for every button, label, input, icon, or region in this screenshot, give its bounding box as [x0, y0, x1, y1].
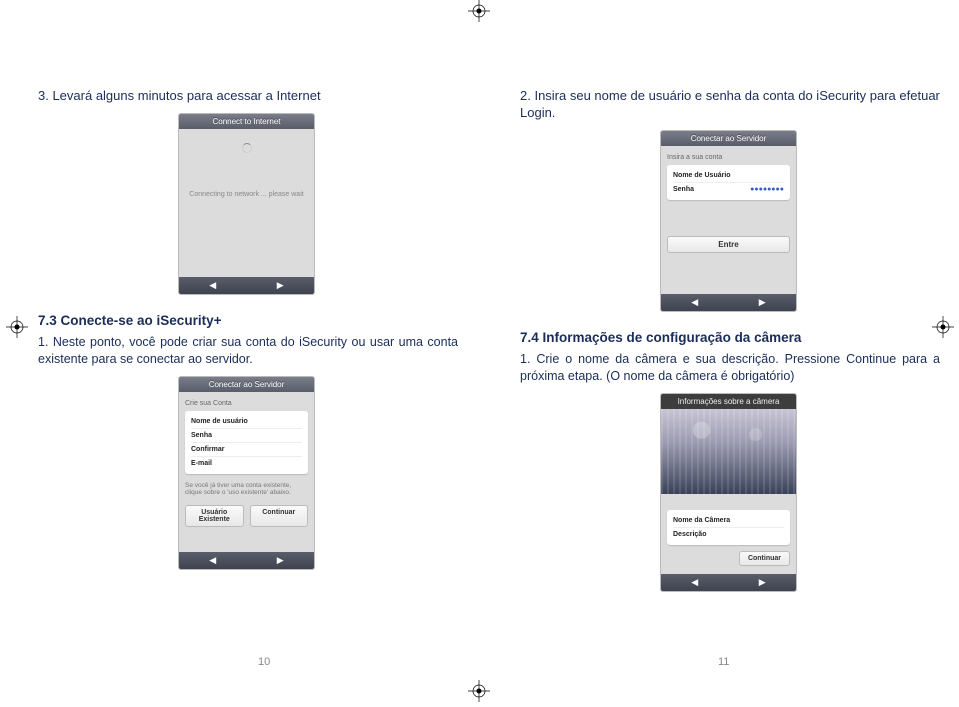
- enter-button[interactable]: Entre: [667, 236, 790, 253]
- login-hint: Insira a sua conta: [667, 154, 790, 161]
- create-hint: Crie sua Conta: [185, 400, 308, 407]
- camera-info-screen: Informações sobre a câmera Nome da Câmer…: [660, 393, 797, 592]
- registration-mark-icon: [6, 316, 28, 338]
- camera-header: Informações sobre a câmera: [661, 394, 796, 409]
- create-header: Conectar ao Servidor: [179, 377, 314, 392]
- field-pass-label[interactable]: Senha: [191, 432, 302, 439]
- camera-desc-label[interactable]: Descrição: [673, 531, 784, 538]
- camera-continue-button[interactable]: Continuar: [739, 551, 790, 566]
- nav-next-icon[interactable]: ▶: [759, 297, 766, 308]
- camera-form: Nome da Câmera Descrição: [667, 510, 790, 545]
- phone-nav: ◀ ▶: [661, 294, 796, 311]
- section-7-4-title: 7.4 Informações de configuração da câmer…: [520, 330, 940, 345]
- right-page: 2. Insira seu nome de usuário e senha da…: [520, 88, 940, 592]
- nav-next-icon[interactable]: ▶: [759, 577, 766, 588]
- connect-header: Connect to Internet: [179, 114, 314, 129]
- camera-preview-image: [661, 409, 796, 494]
- existing-user-button[interactable]: Usuário Existente: [185, 505, 244, 527]
- existing-hint: Se você já tiver uma conta existente, cl…: [185, 482, 308, 498]
- step3-text: 3. Levará alguns minutos para acessar a …: [38, 88, 458, 105]
- camera-name-label[interactable]: Nome da Câmera: [673, 517, 784, 524]
- login-pass-label: Senha: [673, 186, 750, 193]
- connect-screen: Connect to Internet Connecting to networ…: [178, 113, 315, 295]
- login-form: Nome de Usuário Senha ●●●●●●●●: [667, 165, 790, 200]
- nav-prev-icon[interactable]: ◀: [209, 280, 216, 291]
- continue-button[interactable]: Continuar: [250, 505, 309, 527]
- login-header: Conectar ao Servidor: [661, 131, 796, 146]
- nav-prev-icon[interactable]: ◀: [691, 577, 698, 588]
- nav-prev-icon[interactable]: ◀: [691, 297, 698, 308]
- login-screen: Conectar ao Servidor Insira a sua conta …: [660, 130, 797, 312]
- phone-nav: ◀ ▶: [661, 574, 796, 591]
- create-account-screen: Conectar ao Servidor Crie sua Conta Nome…: [178, 376, 315, 570]
- field-confirm-label[interactable]: Confirmar: [191, 446, 302, 453]
- login-body: Insira a sua conta Nome de Usuário Senha…: [661, 146, 796, 294]
- page-number-left: 10: [258, 656, 270, 668]
- create-form: Nome de usuário Senha Confirmar E-mail: [185, 411, 308, 474]
- section-7-4-body: 1. Crie o nome da câmera e sua descrição…: [520, 351, 940, 385]
- spinner-icon: [242, 143, 252, 153]
- create-body: Crie sua Conta Nome de usuário Senha Con…: [179, 392, 314, 552]
- camera-body: Nome da Câmera Descrição Continuar: [661, 494, 796, 574]
- connect-body: Connecting to network ... please wait: [179, 129, 314, 277]
- step2-text: 2. Insira seu nome de usuário e senha da…: [520, 88, 940, 122]
- section-7-3-title: 7.3 Conecte-se ao iSecurity+: [38, 313, 458, 328]
- nav-next-icon[interactable]: ▶: [277, 555, 284, 566]
- login-pass-value[interactable]: ●●●●●●●●: [750, 186, 784, 193]
- field-email-label[interactable]: E-mail: [191, 460, 302, 467]
- nav-prev-icon[interactable]: ◀: [209, 555, 216, 566]
- login-user-label[interactable]: Nome de Usuário: [673, 172, 784, 179]
- nav-next-icon[interactable]: ▶: [277, 280, 284, 291]
- phone-nav: ◀ ▶: [179, 552, 314, 569]
- phone-nav: ◀ ▶: [179, 277, 314, 294]
- connect-loading-text: Connecting to network ... please wait: [185, 191, 308, 198]
- registration-mark-icon: [468, 680, 490, 702]
- section-7-3-body: 1. Neste ponto, você pode criar sua cont…: [38, 334, 458, 368]
- registration-mark-icon: [468, 0, 490, 22]
- left-page: 3. Levará alguns minutos para acessar a …: [38, 88, 458, 570]
- page-number-right: 11: [718, 656, 729, 668]
- field-user-label[interactable]: Nome de usuário: [191, 418, 302, 425]
